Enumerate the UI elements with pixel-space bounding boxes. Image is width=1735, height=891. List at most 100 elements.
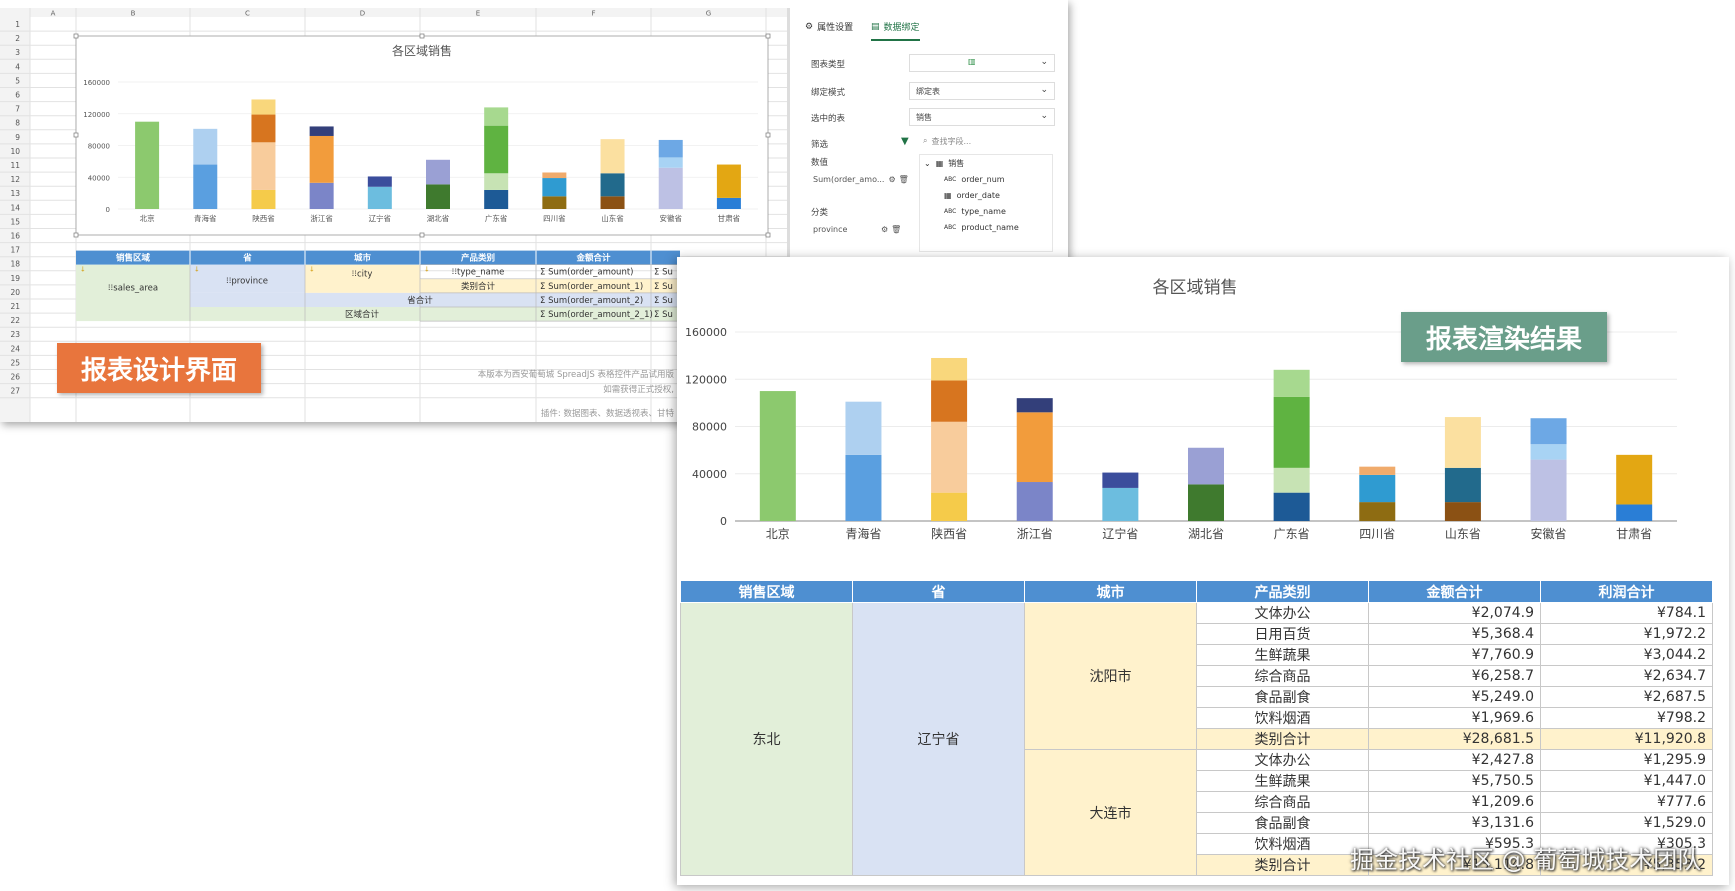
table-row: 东北 辽宁省 沈阳市 文体办公 ¥2,074.9 ¥784.1 bbox=[680, 602, 1713, 876]
tree-field[interactable]: ABC order_num bbox=[920, 171, 1052, 187]
tree-table-node[interactable]: ⌄ ▦ 销售 bbox=[920, 155, 1052, 171]
bar-segment bbox=[931, 421, 968, 493]
category-field-pill[interactable]: province ⚙ 🗑 bbox=[809, 220, 909, 238]
y-tick-label: 120000 bbox=[685, 373, 727, 386]
template-category-total-label: 类别合计 bbox=[461, 281, 496, 292]
bar-segment bbox=[1273, 492, 1310, 521]
tree-field[interactable]: ABC type_name bbox=[920, 203, 1052, 219]
column-header: 金额合计 bbox=[1368, 580, 1541, 603]
chevron-down-icon: ⌄ bbox=[924, 158, 931, 168]
subtotal-label: 类别合计 bbox=[1196, 728, 1369, 750]
profit-cell: ¥3,044.2 bbox=[1540, 644, 1713, 666]
category-cell: 文体办公 bbox=[1196, 602, 1369, 624]
template-header: 销售区域 bbox=[116, 253, 151, 264]
tab-data-binding[interactable]: ▤ 数据绑定 bbox=[871, 20, 920, 41]
template-type-field: ⁝⁝type_name bbox=[452, 268, 505, 278]
template-city-field: ⁝⁝city bbox=[352, 270, 373, 280]
profit-cell: ¥798.2 bbox=[1540, 707, 1713, 729]
bar-segment bbox=[931, 492, 968, 521]
city-cell: 沈阳市 bbox=[1024, 602, 1197, 750]
profit-cell: ¥2,687.5 bbox=[1540, 686, 1713, 708]
selected-table-select[interactable]: 销售 ⌄ bbox=[909, 108, 1055, 126]
settings-icon[interactable]: ⚙ bbox=[888, 175, 895, 184]
bar-segment bbox=[1102, 487, 1139, 521]
bar-segment bbox=[1530, 444, 1567, 460]
bar-segment bbox=[931, 380, 968, 422]
expand-marker: ↓ bbox=[194, 266, 200, 274]
x-tick-label: 陕西省 bbox=[931, 526, 967, 541]
tree-field-name: product_name bbox=[961, 222, 1019, 232]
chart-type-select[interactable]: ▥ ⌄ bbox=[909, 54, 1055, 72]
report-render-panel: 各区域销售 0 40000 80000 120000 160000 北京 青海省 陕西省 浙江省辽… bbox=[677, 257, 1729, 885]
chevron-down-icon: ⌄ bbox=[1040, 57, 1048, 67]
profit-cell: ¥1,295.9 bbox=[1540, 749, 1713, 771]
value-field-name: Sum(order_amo... bbox=[813, 174, 885, 184]
template-header: 产品类别 bbox=[461, 253, 495, 264]
template-header: 省 bbox=[242, 253, 252, 264]
filter-label: 筛选 bbox=[811, 140, 829, 150]
bar-segment bbox=[1273, 396, 1310, 468]
designer-label: 报表设计界面 bbox=[57, 343, 261, 393]
bar-segment bbox=[1444, 467, 1481, 503]
bar-segment bbox=[1016, 482, 1053, 521]
x-tick-label: 浙江省 bbox=[1017, 527, 1053, 541]
tab-properties[interactable]: ⚙ 属性设置 bbox=[805, 20, 853, 34]
amount-cell: ¥5,368.4 bbox=[1368, 623, 1541, 645]
rendered-chart[interactable]: 各区域销售 0 40000 80000 120000 160000 北京 青海省 陕西省 浙江省 辽… bbox=[677, 257, 1729, 577]
sales-area-cell: 东北 bbox=[680, 602, 853, 876]
y-tick-label: 80000 bbox=[692, 421, 727, 434]
field-search-placeholder: 查找字段... bbox=[931, 136, 972, 146]
bar-segment bbox=[1102, 472, 1139, 488]
filter-icon[interactable]: ▼ bbox=[901, 136, 909, 147]
profit-cell: ¥2,634.7 bbox=[1540, 665, 1713, 687]
tree-field-name: order_num bbox=[961, 174, 1005, 184]
amount-cell: ¥3,131.6 bbox=[1368, 812, 1541, 834]
bind-mode-label: 绑定模式 bbox=[811, 88, 846, 98]
subtotal-profit: ¥11,920.8 bbox=[1540, 728, 1713, 750]
category-label: 分类 bbox=[811, 208, 829, 218]
x-tick-label: 山东省 bbox=[1445, 527, 1481, 541]
bind-mode-select[interactable]: 绑定表 ⌄ bbox=[909, 82, 1055, 100]
amount-cell: ¥5,249.0 bbox=[1368, 686, 1541, 708]
category-cell: 生鲜蔬果 bbox=[1196, 644, 1369, 666]
bar-segment bbox=[1444, 417, 1481, 468]
table-header-row: 销售区域 省 城市 产品类别 金额合计 利润合计 bbox=[680, 580, 1713, 603]
text-type-icon: ABC bbox=[944, 175, 957, 183]
template-sum-field: Σ Sum(order_amount_2) bbox=[540, 296, 643, 306]
amount-cell: ¥1,209.6 bbox=[1368, 791, 1541, 813]
gear-icon: ⚙ bbox=[805, 21, 814, 32]
bar-segment bbox=[1359, 466, 1396, 475]
field-tree[interactable]: ⌄ ▦ 销售 ABC order_num ▦ order_date ABC type_… bbox=[919, 154, 1053, 252]
delete-icon[interactable]: 🗑 bbox=[891, 225, 901, 234]
bar-segment bbox=[1016, 398, 1053, 413]
x-tick-label: 广东省 bbox=[1274, 527, 1310, 541]
tree-field[interactable]: ▦ order_date bbox=[920, 187, 1052, 203]
search-icon: ⌕ bbox=[923, 136, 928, 145]
bar-segment bbox=[1273, 369, 1310, 397]
render-label: 报表渲染结果 bbox=[1401, 312, 1607, 362]
x-tick-label: 安徽省 bbox=[1531, 526, 1567, 541]
delete-icon[interactable]: 🗑 bbox=[899, 175, 909, 184]
category-cell: 食品副食 bbox=[1196, 686, 1369, 708]
amount-cell: ¥7,760.9 bbox=[1368, 644, 1541, 666]
value-field-pill[interactable]: Sum(order_amo... ⚙ 🗑 bbox=[809, 170, 909, 188]
bar-segment bbox=[1359, 474, 1396, 503]
chevron-down-icon: ⌄ bbox=[1040, 111, 1048, 121]
bind-mode-value: 绑定表 bbox=[916, 87, 940, 96]
x-tick-label: 青海省 bbox=[845, 526, 881, 541]
license-notice: 如需获得正式授权, bbox=[603, 384, 674, 395]
y-tick-label: 160000 bbox=[685, 326, 727, 339]
y-tick-label: 0 bbox=[720, 515, 727, 528]
settings-icon[interactable]: ⚙ bbox=[881, 225, 888, 234]
column-header: 产品类别 bbox=[1196, 580, 1369, 603]
y-tick-label: 40000 bbox=[692, 468, 727, 481]
profit-cell: ¥784.1 bbox=[1540, 602, 1713, 624]
tree-field[interactable]: ABC product_name bbox=[920, 219, 1052, 235]
profit-cell: ¥1,447.0 bbox=[1540, 770, 1713, 792]
x-tick-label: 四川省 bbox=[1359, 527, 1395, 541]
chevron-down-icon: ⌄ bbox=[1040, 85, 1048, 95]
amount-cell: ¥5,750.5 bbox=[1368, 770, 1541, 792]
bar-segment bbox=[1530, 418, 1567, 445]
amount-cell: ¥6,258.7 bbox=[1368, 665, 1541, 687]
field-search-input[interactable]: ⌕ 查找字段... bbox=[919, 132, 1053, 150]
